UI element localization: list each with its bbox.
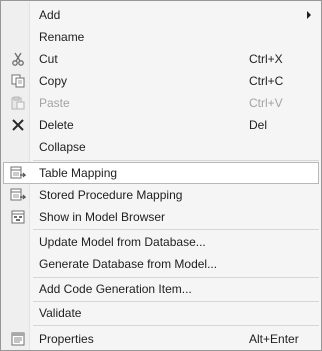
menu-item-label: Show in Model Browser [39,210,166,224]
menu-item-shortcut: Alt+Enter [249,332,299,346]
menu-item-label: Rename [39,30,85,44]
menu-item-shortcut: Ctrl+X [249,52,283,66]
menu-item-validate[interactable]: Validate [3,302,319,324]
menu-item-table-mapping[interactable]: Table Mapping [3,162,319,184]
menu-item-label: Properties [39,332,94,346]
menu-item-delete[interactable]: Delete Del [3,114,319,136]
menu-item-update-model-from-database[interactable]: Update Model from Database... [3,231,319,253]
menu-item-label: Copy [39,74,68,88]
menu-item-label: Delete [39,118,74,132]
menu-separator [33,325,319,326]
paste-icon [10,96,26,110]
menu-item-label: Add [39,8,61,22]
menu-item-label: Table Mapping [39,166,118,180]
menu-item-cut[interactable]: Cut Ctrl+X [3,48,319,70]
menu-item-rename[interactable]: Rename [3,26,319,48]
delete-x-icon [10,118,26,132]
properties-icon [10,332,26,346]
menu-separator [33,229,319,230]
menu-item-label: Generate Database from Model... [39,257,218,271]
menu-item-label: Validate [39,306,82,320]
menu-item-shortcut: Del [249,118,268,132]
menu-item-shortcut: Ctrl+V [249,96,283,110]
menu-item-label: Add Code Generation Item... [39,282,192,296]
table-mapping-icon [10,166,26,180]
menu-item-paste[interactable]: Paste Ctrl+V [3,92,319,114]
scissors-icon [10,52,26,66]
model-browser-icon [10,210,26,224]
menu-item-show-in-model-browser[interactable]: Show in Model Browser [3,206,319,228]
menu-item-shortcut: Ctrl+C [249,74,284,88]
copy-icon [10,74,26,88]
menu-item-label: Paste [39,96,70,110]
menu-item-label: Cut [39,52,58,66]
menu-item-collapse[interactable]: Collapse [3,136,319,158]
menu-item-label: Stored Procedure Mapping [39,188,183,202]
menu-item-add[interactable]: Add [3,4,319,26]
menu-item-properties[interactable]: Properties Alt+Enter [3,328,319,350]
submenu-arrow-icon [307,11,311,19]
menu-separator [33,160,319,161]
menu-item-add-code-generation-item[interactable]: Add Code Generation Item... [3,278,319,300]
stored-procedure-icon [10,188,26,202]
menu-item-generate-database-from-model[interactable]: Generate Database from Model... [3,253,319,275]
context-menu: Add Rename Cut Ctrl+X Copy Ctrl+C Paste … [0,0,322,351]
menu-item-label: Collapse [39,140,86,154]
menu-item-stored-procedure-mapping[interactable]: Stored Procedure Mapping [3,184,319,206]
menu-item-copy[interactable]: Copy Ctrl+C [3,70,319,92]
menu-item-label: Update Model from Database... [39,235,206,249]
